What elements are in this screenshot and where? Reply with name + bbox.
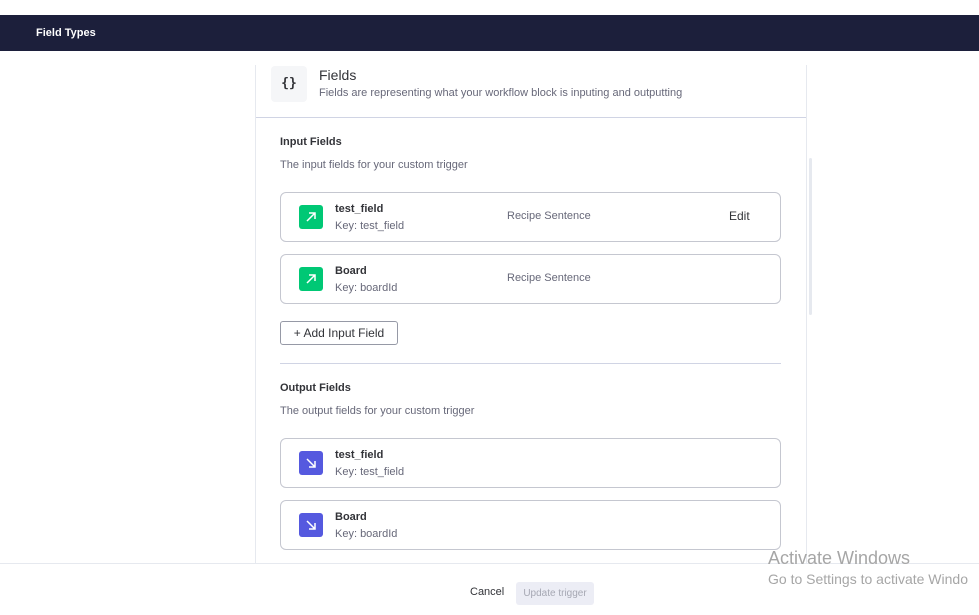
input-fields-description: The input fields for your custom trigger xyxy=(280,159,468,171)
fields-description: Fields are representing what your workfl… xyxy=(319,87,683,99)
field-type: Recipe Sentence xyxy=(507,272,591,284)
input-fields-title: Input Fields xyxy=(280,136,342,148)
field-type: Recipe Sentence xyxy=(507,210,591,222)
output-fields-title: Output Fields xyxy=(280,382,351,394)
field-name: Board xyxy=(335,265,367,277)
arrow-down-right-icon xyxy=(299,513,323,537)
fields-header: {} Fields Fields are representing what y… xyxy=(256,65,806,118)
cancel-button[interactable]: Cancel xyxy=(470,586,504,598)
scrollbar[interactable] xyxy=(809,158,812,315)
field-name: test_field xyxy=(335,203,384,215)
section-divider xyxy=(280,363,781,364)
fields-title: Fields xyxy=(319,67,357,83)
field-name: test_field xyxy=(335,449,384,461)
footer-bar: Cancel Update trigger xyxy=(0,563,979,615)
field-key: Key: test_field xyxy=(335,220,405,232)
arrow-down-right-icon xyxy=(299,451,323,475)
update-trigger-button[interactable]: Update trigger xyxy=(516,582,594,605)
fields-panel: {} Fields Fields are representing what y… xyxy=(255,65,807,565)
braces-icon: {} xyxy=(271,66,307,102)
output-fields-description: The output fields for your custom trigge… xyxy=(280,405,475,417)
tab-field-types[interactable]: Field Types xyxy=(36,15,96,51)
add-input-field-button[interactable]: + Add Input Field xyxy=(280,321,398,345)
field-key: Key: boardId xyxy=(335,282,398,294)
input-field-card[interactable]: test_field Key: test_field Recipe Senten… xyxy=(280,192,781,242)
input-field-card[interactable]: Board Key: boardId Recipe Sentence xyxy=(280,254,781,304)
output-field-card[interactable]: test_field Key: test_field xyxy=(280,438,781,488)
field-name: Board xyxy=(335,511,367,523)
arrow-up-right-icon xyxy=(299,267,323,291)
top-nav-bar: ks Field Types xyxy=(0,15,979,51)
field-key: Key: boardId xyxy=(335,528,398,540)
output-field-card[interactable]: Board Key: boardId xyxy=(280,500,781,550)
edit-button[interactable]: Edit xyxy=(729,209,750,223)
arrow-up-right-icon xyxy=(299,205,323,229)
field-key: Key: test_field xyxy=(335,466,405,478)
